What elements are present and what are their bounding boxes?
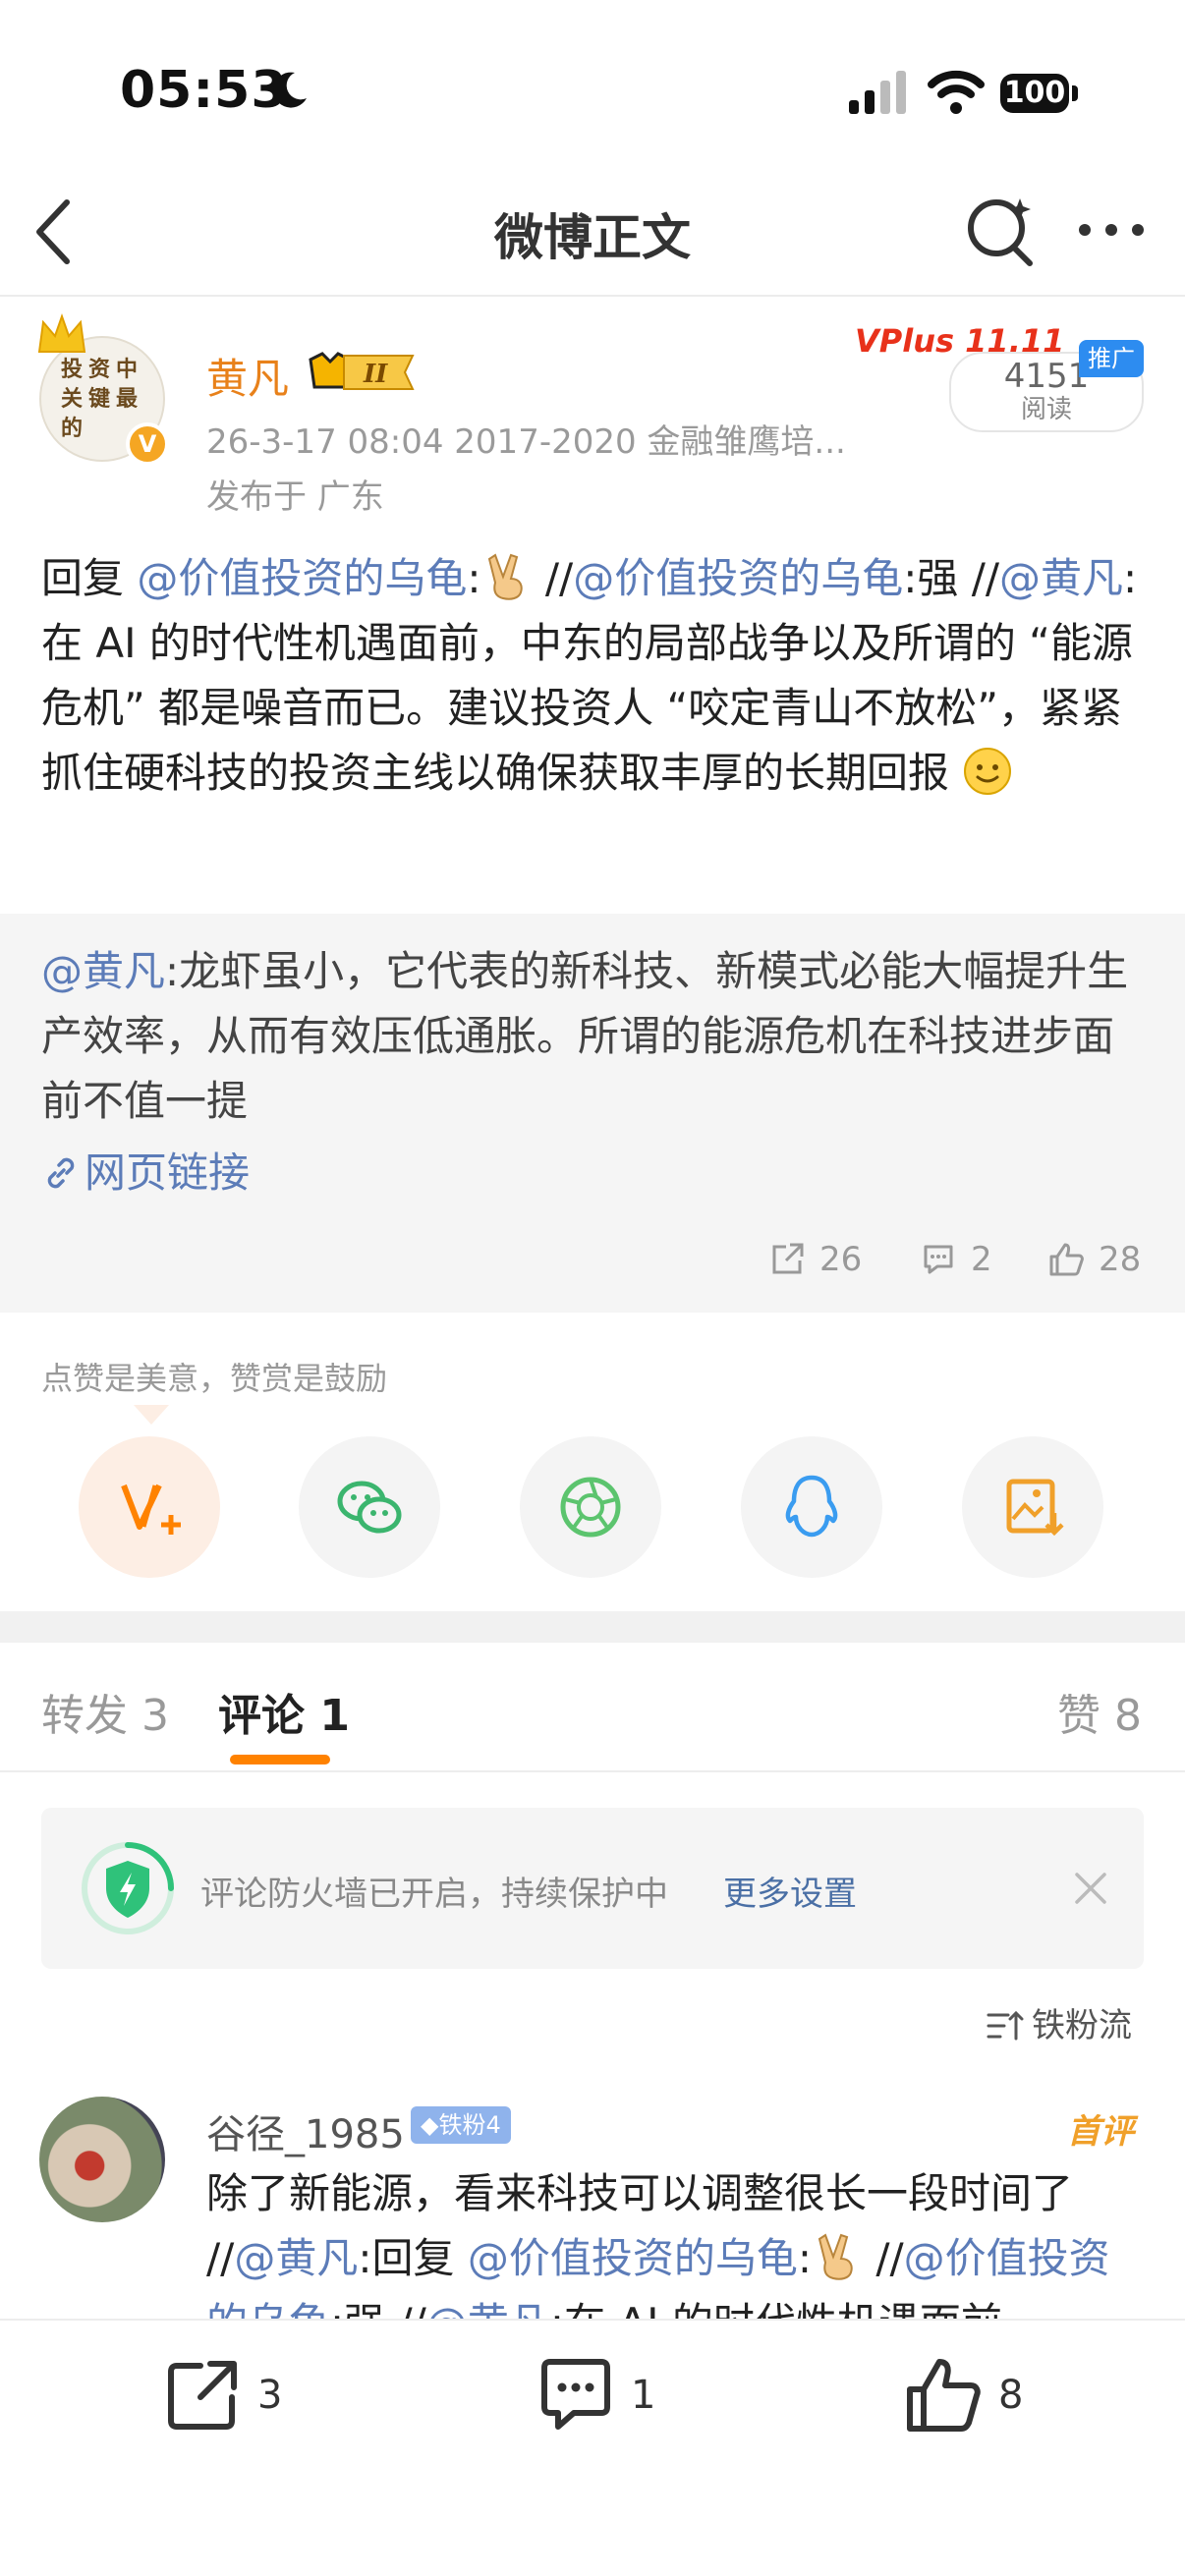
- battery-icon: 100: [996, 71, 1081, 116]
- comment-count: 2: [971, 1240, 992, 1279]
- victory-hand-emoji-icon: [818, 2233, 853, 2280]
- crown-icon: [37, 312, 86, 353]
- like-count: 28: [1099, 1240, 1142, 1279]
- repost-icon: [772, 1243, 804, 1274]
- status-time: 05:53: [120, 61, 288, 120]
- comment-count: 1: [631, 2373, 656, 2418]
- quoted-body: :龙虾虽小，它代表的新科技、新模式必能大幅提升生产效率，从而有效压低通胀。所谓的…: [41, 947, 1129, 1125]
- share-wechat-button[interactable]: [299, 1436, 440, 1578]
- firewall-status-text: 评论防火墙已开启，持续保护中: [200, 1875, 668, 1914]
- verified-badge: V: [126, 422, 169, 466]
- hint-pointer: [134, 1405, 169, 1425]
- more-icon[interactable]: [1077, 216, 1146, 244]
- comment-sort-toggle[interactable]: 铁粉流: [987, 1998, 1132, 2046]
- mention-link[interactable]: @黄凡: [234, 2234, 358, 2282]
- section-gap: [0, 1611, 1185, 1643]
- post-body: 回复 @价值投资的乌龟: //@价值投资的乌龟:强 //@黄凡:在 AI 的时代…: [41, 546, 1152, 806]
- thumbs-up-icon: [907, 2359, 981, 2432]
- web-link[interactable]: 网页链接: [41, 1140, 250, 1200]
- read-label: 阅读: [1020, 395, 1072, 424]
- sort-icon: [987, 2010, 1024, 2041]
- comment-segment: :回复: [358, 2234, 468, 2282]
- comment-icon: [924, 1245, 953, 1274]
- mention-link[interactable]: @黄凡: [41, 947, 165, 995]
- victory-hand-emoji-icon: [487, 553, 523, 600]
- battery-level: 100: [1000, 74, 1069, 113]
- tab-repost[interactable]: 转发 3: [41, 1680, 169, 1743]
- repost-button[interactable]: 3: [161, 2354, 282, 2442]
- save-image-icon: [1006, 1479, 1064, 1537]
- save-image-button[interactable]: [962, 1436, 1103, 1578]
- commenter-avatar[interactable]: [39, 2097, 165, 2222]
- tab-active-indicator: [230, 1755, 330, 1764]
- shield-lightning-icon: [82, 1842, 174, 1934]
- vplus-reward-icon: [121, 1484, 181, 1535]
- wechat-icon: [337, 1481, 402, 1534]
- wifi-icon: [928, 70, 985, 114]
- mention-link[interactable]: @黄凡: [999, 554, 1123, 602]
- level-badge-text: II: [363, 360, 388, 389]
- separator: //: [532, 554, 574, 602]
- quoted-repost-count[interactable]: 26: [768, 1240, 862, 1279]
- mention-link[interactable]: @价值投资的乌龟: [573, 554, 903, 602]
- quoted-comment-count[interactable]: 2: [920, 1240, 992, 1279]
- repost-count: 26: [819, 1240, 863, 1279]
- author-name[interactable]: 黄凡: [206, 346, 289, 406]
- moon-icon: [273, 72, 307, 108]
- like-count: 8: [998, 2373, 1024, 2418]
- separator: :: [797, 2234, 813, 2282]
- moments-aperture-icon: [560, 1477, 621, 1538]
- sort-label: 铁粉流: [1032, 2006, 1132, 2045]
- repost-count: 3: [257, 2373, 283, 2418]
- tab-comment[interactable]: 评论 1: [218, 1680, 350, 1743]
- repost-icon: [168, 2361, 237, 2430]
- reward-button[interactable]: [79, 1436, 220, 1578]
- commenter-name[interactable]: 谷径_1985: [206, 2102, 405, 2159]
- quoted-like-count[interactable]: 28: [1047, 1240, 1141, 1279]
- smile-emoji-icon: [964, 748, 1012, 795]
- thumbs-up-icon: [1049, 1243, 1084, 1276]
- share-moments-button[interactable]: [520, 1436, 661, 1578]
- separator: //: [863, 2234, 904, 2282]
- cellular-signal-icon: [849, 71, 906, 114]
- comment-button[interactable]: 1: [535, 2354, 655, 2442]
- quoted-text: @黄凡:龙虾虽小，它代表的新科技、新模式必能大幅提升生产效率，从而有效压低通胀。…: [41, 939, 1152, 1134]
- reply-prefix: 回复: [41, 554, 125, 602]
- web-link-label: 网页链接: [85, 1148, 251, 1197]
- first-comment-tag: 首评: [1067, 2112, 1134, 2152]
- share-qq-button[interactable]: [741, 1436, 882, 1578]
- comment-icon: [541, 2359, 610, 2430]
- mention-link[interactable]: @价值投资的乌龟: [468, 2234, 798, 2282]
- fan-level-badge: ◆铁粉4: [411, 2106, 511, 2144]
- separator: :: [467, 554, 481, 602]
- battery-cap: [1072, 85, 1078, 101]
- like-button[interactable]: 8: [902, 2354, 1023, 2442]
- post-time-source: 26-3-17 08:04 2017-2020 金融雏鹰培...: [206, 422, 846, 462]
- member-level-badge: II: [309, 352, 415, 390]
- close-icon[interactable]: [1071, 1869, 1110, 1908]
- nav-divider: [0, 295, 1185, 297]
- post-location: 发布于 广东: [206, 477, 384, 517]
- comment-text[interactable]: 除了新能源，看来科技可以调整很长一段时间了 //@黄凡:回复 @价值投资的乌龟:…: [206, 2161, 1150, 2323]
- search-sparkle-icon[interactable]: [965, 193, 1040, 267]
- qq-penguin-icon: [785, 1475, 838, 1538]
- mention-link[interactable]: @价值投资的乌龟: [137, 554, 467, 602]
- reward-hint: 点赞是美意，赞赏是鼓励: [41, 1360, 388, 1397]
- tab-like[interactable]: 赞 8: [1057, 1680, 1142, 1743]
- firewall-more-settings-link[interactable]: 更多设置: [723, 1867, 857, 1915]
- post-segment: :强 //: [903, 554, 1000, 602]
- promo-tag: 推广: [1079, 340, 1144, 377]
- tab-divider: [0, 1770, 1185, 1772]
- link-icon: [47, 1157, 75, 1189]
